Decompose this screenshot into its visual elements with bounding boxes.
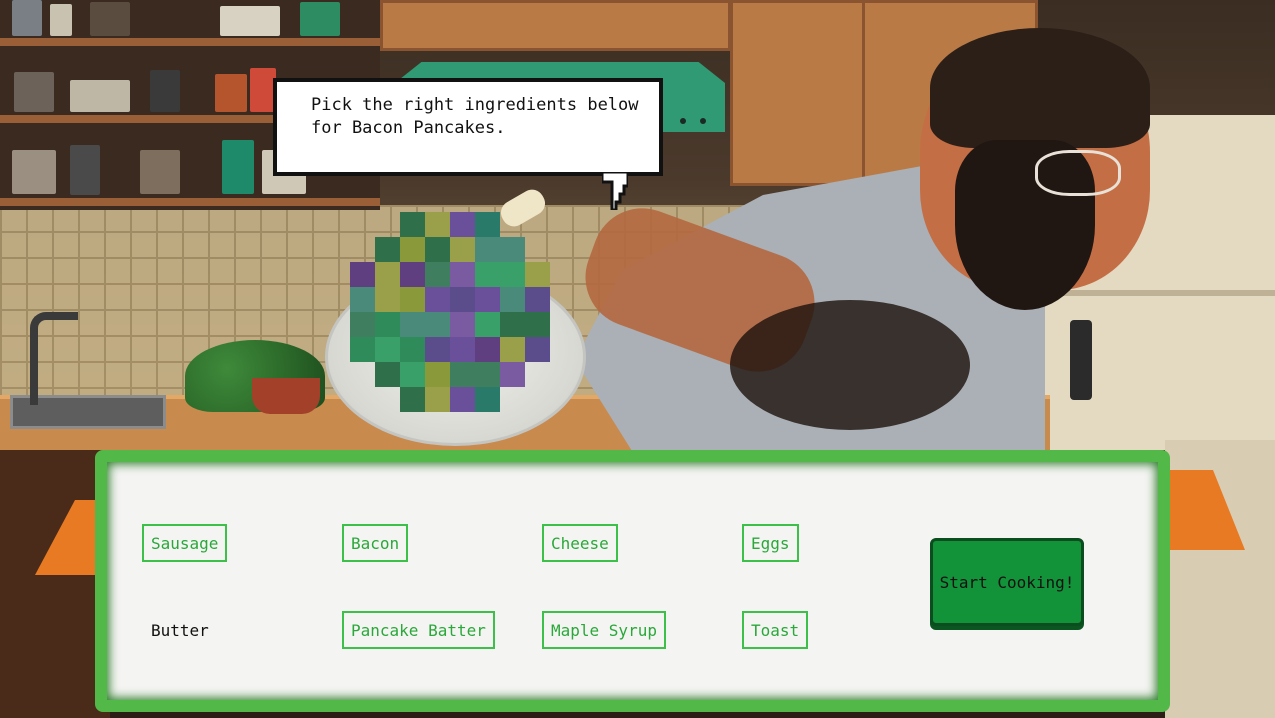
ingredient-bacon[interactable]: Bacon <box>342 524 409 562</box>
ingredient-cheese[interactable]: Cheese <box>542 524 618 562</box>
upper-cabinet <box>380 0 731 51</box>
speech-bubble-tail <box>602 172 628 210</box>
faucet <box>30 312 78 405</box>
ingredient-butter[interactable]: Butter <box>142 611 218 649</box>
chef-glasses <box>1035 150 1121 196</box>
dialog-text: Pick the right ingredients below for Bac… <box>311 95 639 138</box>
fridge-handle <box>1070 320 1092 400</box>
lower-cabinet <box>0 450 110 718</box>
ingredient-pancake-batter[interactable]: Pancake Batter <box>342 611 495 649</box>
upper-cabinet-door <box>730 0 866 186</box>
plant-pot <box>252 378 320 414</box>
ingredient-toast[interactable]: Toast <box>742 611 809 649</box>
chef-hair <box>930 28 1150 148</box>
ingredient-sausage[interactable]: Sausage <box>142 524 228 562</box>
pixelated-dish <box>350 212 550 412</box>
ingredient-maple-syrup[interactable]: Maple Syrup <box>542 611 666 649</box>
start-cooking-button[interactable]: Start Cooking! <box>930 538 1084 626</box>
chef-speech-bubble: Pick the right ingredients below for Bac… <box>273 78 663 176</box>
ingredient-eggs[interactable]: Eggs <box>742 524 799 562</box>
